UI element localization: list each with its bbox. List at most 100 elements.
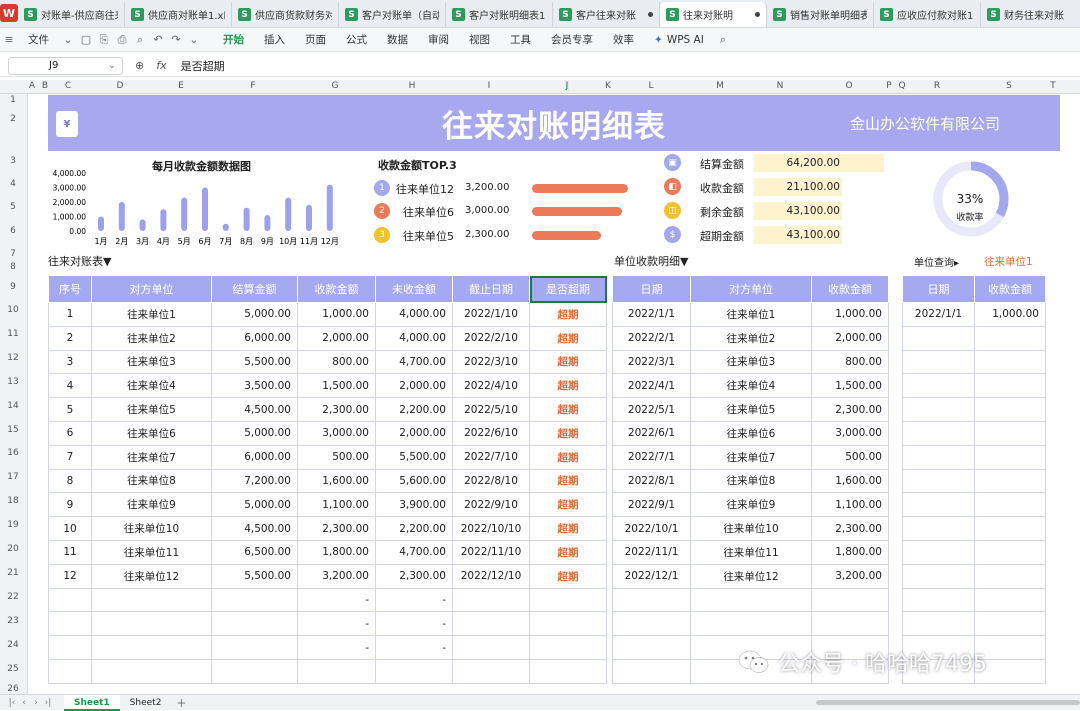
table-cell[interactable] <box>297 658 376 684</box>
sheet-tab[interactable]: Sheet1 <box>64 694 120 711</box>
table-cell[interactable] <box>974 587 1046 613</box>
table-header-cell[interactable]: 结算金额 <box>211 275 298 303</box>
table-cell[interactable]: 往来单位8 <box>690 468 812 494</box>
table-cell[interactable]: 往来单位5 <box>690 397 812 422</box>
menu-item[interactable]: 页面 <box>295 32 336 47</box>
table-cell[interactable] <box>452 587 530 613</box>
column-header[interactable]: F <box>250 81 255 91</box>
table-cell[interactable] <box>91 611 212 637</box>
row-header[interactable]: 15 <box>0 425 26 435</box>
row-header[interactable]: 7 <box>0 249 26 259</box>
file-tab[interactable]: S 客户对账单（自动 <box>339 2 446 27</box>
table-cell[interactable]: 1,100.00 <box>811 492 889 518</box>
table-cell[interactable]: 5,500.00 <box>211 349 298 375</box>
table-cell[interactable] <box>902 468 975 494</box>
table-cell[interactable]: 1,600.00 <box>811 468 889 494</box>
table-cell[interactable]: 2022/9/10 <box>452 492 530 518</box>
row-header[interactable]: 13 <box>0 377 26 387</box>
table-cell[interactable] <box>452 658 530 684</box>
row-header[interactable]: 1 <box>0 95 26 105</box>
menu-item[interactable]: 插入 <box>254 32 295 47</box>
table-cell[interactable]: 3,200.00 <box>297 563 376 589</box>
table-cell[interactable] <box>974 397 1046 422</box>
table-cell[interactable]: 5,000.00 <box>211 302 298 327</box>
table-cell[interactable]: 6 <box>48 420 92 446</box>
table-cell[interactable]: 往来单位12 <box>91 563 212 589</box>
table-cell[interactable] <box>974 492 1046 518</box>
table-cell[interactable] <box>974 349 1046 375</box>
column-header[interactable]: R <box>934 81 940 91</box>
table-cell[interactable] <box>48 587 92 613</box>
table-cell[interactable]: 1,000.00 <box>811 302 889 327</box>
table-cell[interactable]: 2 <box>48 325 92 351</box>
table-cell[interactable]: 2022/7/10 <box>452 444 530 470</box>
menu-item[interactable]: 开始 <box>213 32 254 47</box>
table-cell[interactable] <box>211 611 298 637</box>
table-cell[interactable] <box>690 611 812 637</box>
table-cell[interactable]: 3,000.00 <box>811 420 889 446</box>
table-cell[interactable]: 1,100.00 <box>297 492 376 518</box>
table-cell[interactable]: 9 <box>48 492 92 518</box>
table-cell[interactable]: 往来单位4 <box>690 373 812 399</box>
table-cell[interactable]: 4,700.00 <box>375 539 453 565</box>
redo-icon[interactable]: ↷ <box>167 33 185 46</box>
column-header[interactable]: D <box>117 81 124 91</box>
table-cell[interactable]: 往来单位6 <box>690 420 812 446</box>
table-cell[interactable]: 1,500.00 <box>811 373 889 399</box>
table-cell[interactable] <box>211 658 298 684</box>
table-cell[interactable] <box>811 611 889 637</box>
menu-item[interactable]: 效率 <box>603 32 644 47</box>
table-cell[interactable]: 2022/5/1 <box>612 397 691 422</box>
table-cell[interactable]: 1,800.00 <box>811 539 889 565</box>
chevron-down-icon[interactable]: ⌄ <box>59 33 77 46</box>
name-box[interactable]: J9 ⌄ <box>8 56 123 75</box>
table-cell[interactable]: 超期 <box>529 397 607 422</box>
table-cell[interactable]: 2022/8/10 <box>452 468 530 494</box>
row-header[interactable]: 14 <box>0 401 26 411</box>
table-cell[interactable] <box>529 658 607 684</box>
table-cell[interactable]: 超期 <box>529 302 607 327</box>
table-cell[interactable]: 5,500.00 <box>211 563 298 589</box>
first-sheet-icon[interactable]: |‹ <box>6 698 18 708</box>
table-cell[interactable] <box>902 539 975 565</box>
table-cell[interactable]: 1,800.00 <box>297 539 376 565</box>
column-header[interactable]: K <box>605 81 611 91</box>
table-cell[interactable]: 2,000.00 <box>375 420 453 446</box>
table-cell[interactable]: 2022/6/10 <box>452 420 530 446</box>
table-header-cell[interactable]: 截止日期 <box>452 275 530 303</box>
table-cell[interactable]: - <box>297 587 376 613</box>
file-menu[interactable]: 文件 <box>18 32 59 47</box>
row-header[interactable]: 10 <box>0 305 26 315</box>
table-cell[interactable]: 超期 <box>529 349 607 375</box>
table-cell[interactable]: 4,500.00 <box>211 516 298 541</box>
row-header[interactable]: 22 <box>0 592 26 602</box>
preview-icon[interactable]: ⌕ <box>131 33 149 47</box>
column-header[interactable]: L <box>648 81 653 91</box>
table-cell[interactable]: 3,200.00 <box>811 563 889 589</box>
column-header[interactable]: A <box>29 81 35 91</box>
table-cell[interactable]: 2022/2/10 <box>452 325 530 351</box>
table-cell[interactable] <box>48 611 92 637</box>
table-cell[interactable] <box>974 468 1046 494</box>
table-cell[interactable] <box>529 611 607 637</box>
table-cell[interactable]: 2022/12/10 <box>452 563 530 589</box>
column-header[interactable]: E <box>178 81 184 91</box>
table-cell[interactable] <box>612 635 691 660</box>
table-cell[interactable] <box>902 444 975 470</box>
table-cell[interactable]: 1,000.00 <box>974 302 1046 327</box>
table-cell[interactable]: 往来单位2 <box>690 325 812 351</box>
formula-input[interactable]: 是否超期 <box>181 58 225 74</box>
table-cell[interactable] <box>902 325 975 351</box>
table-header-cell[interactable]: 对方单位 <box>690 275 812 303</box>
table-cell[interactable] <box>974 444 1046 470</box>
row-header[interactable]: 5 <box>0 202 26 212</box>
column-header[interactable]: B <box>42 81 48 91</box>
table-cell[interactable] <box>612 587 691 613</box>
table-cell[interactable] <box>612 611 691 637</box>
table-cell[interactable]: 往来单位10 <box>690 516 812 541</box>
column-header[interactable]: Q <box>898 81 905 91</box>
table-cell[interactable]: 往来单位1 <box>690 302 812 327</box>
table-cell[interactable]: 往来单位3 <box>91 349 212 375</box>
row-header[interactable]: 26 <box>0 684 26 694</box>
table-cell[interactable]: 3,900.00 <box>375 492 453 518</box>
